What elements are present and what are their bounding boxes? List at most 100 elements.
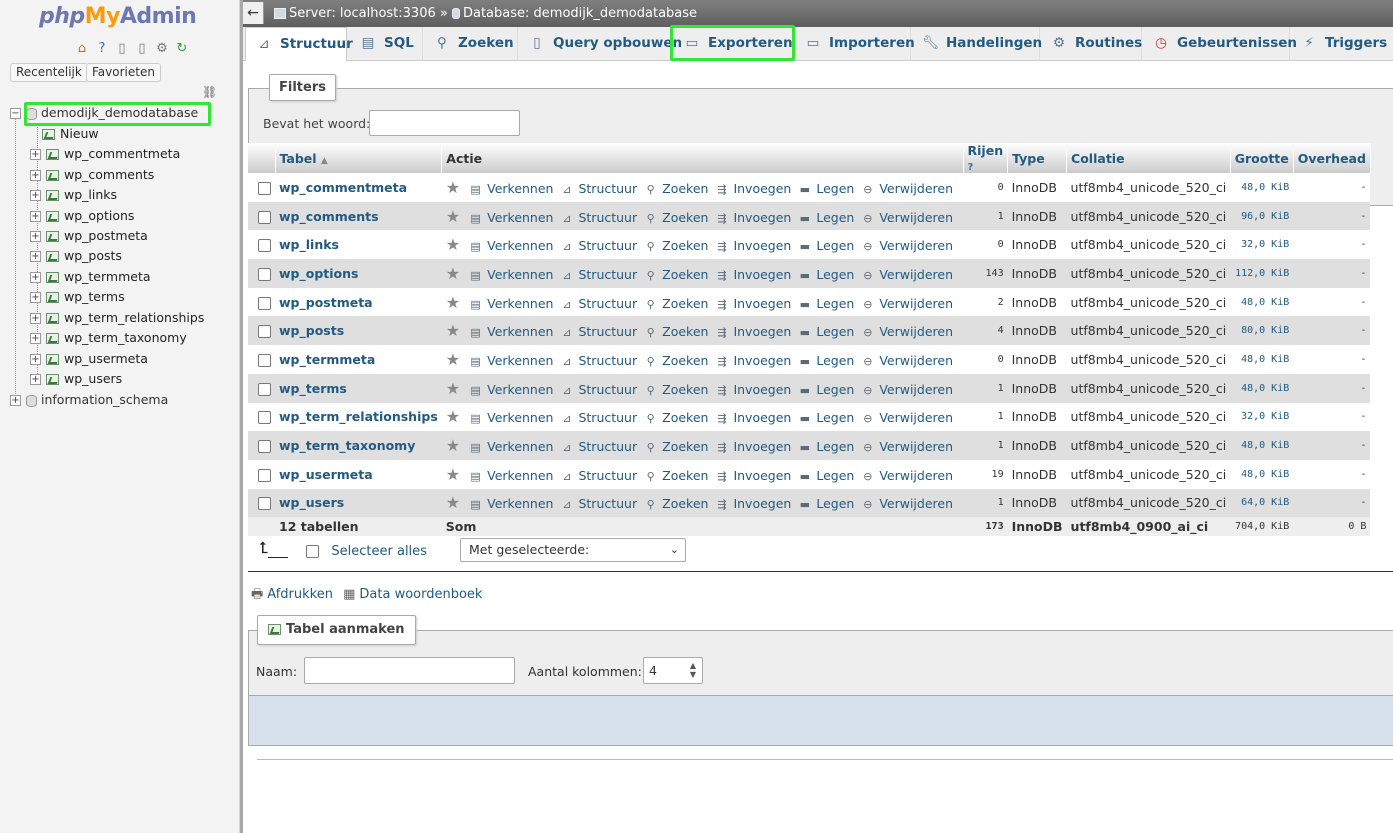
action-insert[interactable]: ⇶ Invoegen [714,439,791,454]
action-drop[interactable]: ⊖ Verwijderen [860,468,953,483]
tab-routines[interactable]: ⚙ Routines [1041,27,1142,61]
table-name-link[interactable]: wp_commentmeta [279,180,407,195]
row-size[interactable]: 48,0 KiB [1230,345,1294,374]
header-tabel[interactable]: Tabel ▲ [275,143,443,173]
action-structure[interactable]: ⊿ Structuur [559,181,637,196]
phpmyadmin-logo[interactable]: phpMyAdmin [39,4,197,29]
row-size[interactable]: 112,0 KiB [1230,259,1294,288]
row-checkbox[interactable] [258,210,271,224]
tree-table-item[interactable]: + wp_options [30,206,134,226]
tab-import[interactable]: ▭ Importeren [795,27,915,61]
action-search[interactable]: ⚲ Zoeken [643,353,709,368]
table-row[interactable]: wp_term_relationships ★ ▤ Verkennen ⊿ Structu… [248,402,1371,432]
action-drop[interactable]: ⊖ Verwijderen [860,353,953,368]
favorite-star-icon[interactable]: ★ [446,178,460,197]
action-insert[interactable]: ⇶ Invoegen [714,324,791,339]
action-empty[interactable]: ▬ Legen [797,210,855,225]
check-all[interactable]: Selecteer alles [306,544,427,559]
action-search[interactable]: ⚲ Zoeken [643,181,709,196]
table-name-link[interactable]: wp_options [279,266,358,281]
expand-icon[interactable]: + [30,251,41,262]
row-checkbox[interactable] [258,267,271,281]
table-name-link[interactable]: wp_comments [279,209,379,224]
action-structure[interactable]: ⊿ Structuur [559,353,637,368]
help-icon[interactable]: ? [968,162,974,173]
action-empty[interactable]: ▬ Legen [797,353,855,368]
table-name-link[interactable]: wp_postmeta [279,295,373,310]
row-checkbox[interactable] [258,296,271,310]
row-checkbox[interactable] [258,468,271,482]
action-browse[interactable]: ▤ Verkennen [468,296,553,311]
action-browse[interactable]: ▤ Verkennen [468,181,553,196]
action-browse[interactable]: ▤ Verkennen [468,267,553,282]
expand-icon[interactable]: + [30,272,41,283]
tab-triggers[interactable]: ⚡ Triggers [1291,27,1393,61]
action-insert[interactable]: ⇶ Invoegen [714,181,791,196]
action-structure[interactable]: ⊿ Structuur [559,238,637,253]
action-drop[interactable]: ⊖ Verwijderen [860,439,953,454]
tab-search[interactable]: ⚲ Zoeken [424,27,518,61]
tree-table-item[interactable]: + wp_postmeta [30,226,148,246]
favorite-star-icon[interactable]: ★ [446,379,460,398]
reload-icon[interactable]: ↻ [174,41,190,57]
action-structure[interactable]: ⊿ Structuur [559,382,637,397]
row-checkbox[interactable] [258,353,271,367]
action-insert[interactable]: ⇶ Invoegen [714,353,791,368]
table-name-link[interactable]: wp_termmeta [279,352,375,367]
action-browse[interactable]: ▤ Verkennen [468,210,553,225]
row-size[interactable]: 48,0 KiB [1230,373,1294,403]
expand-icon[interactable]: + [30,190,41,201]
table-row[interactable]: wp_posts ★ ▤ Verkennen ⊿ Structuur ⚲ Zoeken ⇶ Inv… [248,316,1371,346]
action-browse[interactable]: ▤ Verkennen [468,439,553,454]
table-name-link[interactable]: wp_term_taxonomy [279,438,415,453]
action-browse[interactable]: ▤ Verkennen [468,238,553,253]
tree-table-item[interactable]: + wp_users [30,369,122,389]
action-search[interactable]: ⚲ Zoeken [643,296,709,311]
print-link[interactable]: Afdrukken [267,587,333,602]
expand-icon[interactable]: + [30,374,41,385]
table-name-input[interactable] [304,657,515,684]
action-insert[interactable]: ⇶ Invoegen [714,296,791,311]
action-search[interactable]: ⚲ Zoeken [643,496,709,511]
row-size[interactable]: 48,0 KiB [1230,459,1294,489]
row-checkbox[interactable] [258,497,271,511]
row-checkbox[interactable] [258,382,271,396]
action-structure[interactable]: ⊿ Structuur [559,210,637,225]
action-empty[interactable]: ▬ Legen [797,267,855,282]
action-browse[interactable]: ▤ Verkennen [468,496,553,511]
table-name-link[interactable]: wp_usermeta [279,467,373,482]
action-search[interactable]: ⚲ Zoeken [643,324,709,339]
action-drop[interactable]: ⊖ Verwijderen [860,210,953,225]
action-drop[interactable]: ⊖ Verwijderen [860,267,953,282]
table-row[interactable]: wp_terms ★ ▤ Verkennen ⊿ Structuur ⚲ Zoeken ⇶ Inv… [248,373,1371,403]
tree-table-item[interactable]: + wp_comments [30,165,154,185]
expand-icon[interactable]: + [30,211,41,222]
action-structure[interactable]: ⊿ Structuur [559,410,637,425]
action-insert[interactable]: ⇶ Invoegen [714,382,791,397]
tab-operations[interactable]: 🔧︎ Handelingen [912,27,1042,61]
table-row[interactable]: wp_postmeta ★ ▤ Verkennen ⊿ Structuur ⚲ Zoeken ⇶… [248,287,1371,317]
tree-database-demodijk[interactable]: − demodijk_demodatabase [10,103,198,123]
action-insert[interactable]: ⇶ Invoegen [714,238,791,253]
action-search[interactable]: ⚲ Zoeken [643,439,709,454]
row-checkbox[interactable] [258,181,271,195]
docs-icon[interactable]: ▯ [114,41,130,57]
breadcrumb-database[interactable]: Database: demodijk_demodatabase [463,6,697,21]
table-name-link[interactable]: wp_links [279,237,339,252]
collapse-arrow-icon[interactable]: ← [243,2,264,24]
header-collatie[interactable]: Collatie [1066,143,1231,173]
breadcrumb-server[interactable]: Server: localhost:3306 [289,6,436,21]
row-size[interactable]: 64,0 KiB [1230,488,1294,518]
table-name-link[interactable]: wp_users [279,495,344,510]
tree-table-item[interactable]: + wp_posts [30,246,122,266]
action-insert[interactable]: ⇶ Invoegen [714,468,791,483]
row-size[interactable]: 32,0 KiB [1230,402,1294,432]
action-browse[interactable]: ▤ Verkennen [468,410,553,425]
row-checkbox[interactable] [258,440,271,454]
table-row[interactable]: wp_comments ★ ▤ Verkennen ⊿ Structuur ⚲ Zoeken ⇶… [248,201,1371,231]
action-structure[interactable]: ⊿ Structuur [559,468,637,483]
action-drop[interactable]: ⊖ Verwijderen [860,296,953,311]
action-empty[interactable]: ▬ Legen [797,468,855,483]
row-checkbox[interactable] [258,239,271,253]
action-insert[interactable]: ⇶ Invoegen [714,410,791,425]
